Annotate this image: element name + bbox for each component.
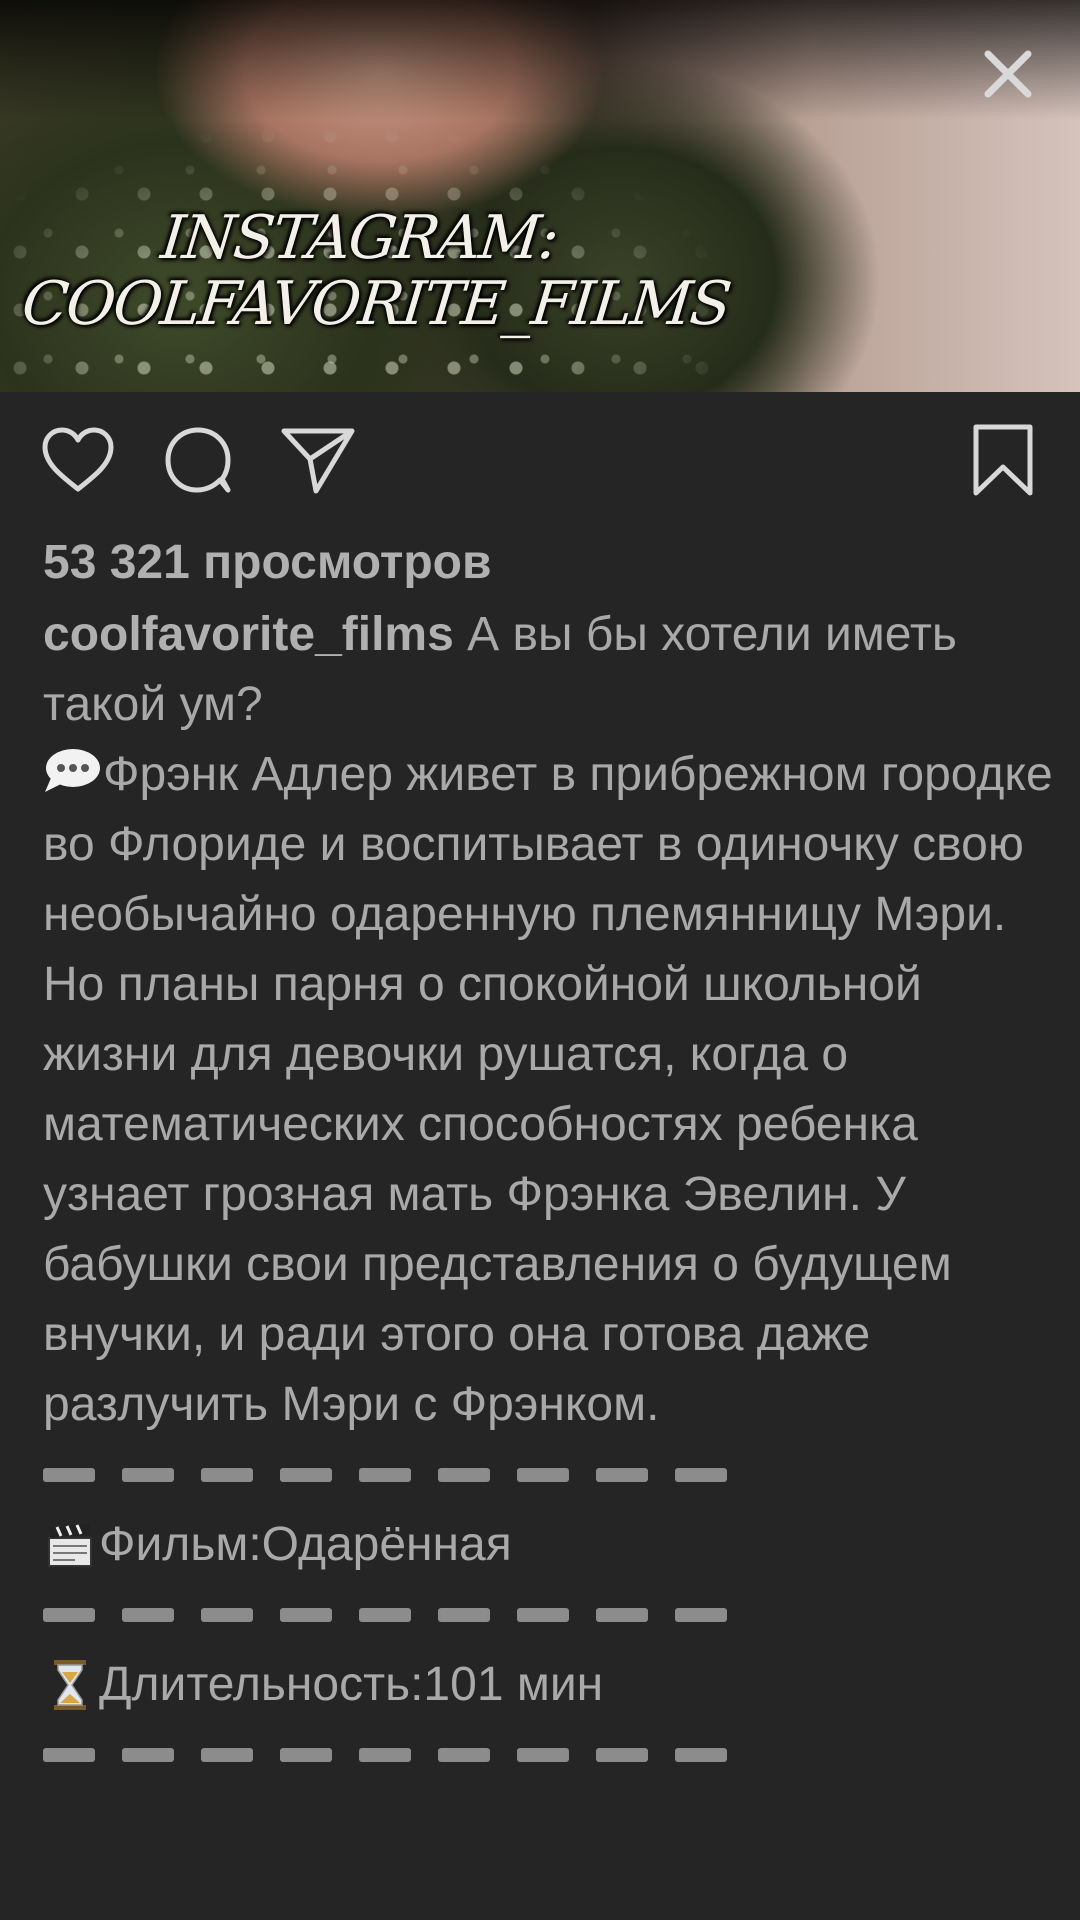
duration: Длительность:101 мин: [99, 1658, 604, 1711]
speech-bubble-emoji-icon: [43, 744, 101, 792]
username-link[interactable]: coolfavorite_films: [43, 608, 454, 661]
video-preview[interactable]: INSTAGRAM: COOLFAVORITE_FILMS: [0, 0, 1080, 392]
watermark-line-2: COOLFAVORITE_FILMS: [18, 269, 733, 339]
divider: [43, 1720, 1053, 1790]
share-button[interactable]: [276, 418, 360, 502]
like-button[interactable]: [36, 418, 120, 502]
view-count: 53 321 просмотров: [43, 536, 492, 589]
hourglass-icon: [43, 1658, 97, 1712]
action-bar: [0, 418, 1080, 508]
caption: coolfavorite_films А вы бы хотели иметь …: [43, 600, 1053, 1440]
comment-button[interactable]: [156, 418, 240, 502]
divider: [43, 1580, 1053, 1650]
save-button[interactable]: [961, 418, 1045, 502]
film-title-line: Фильм:Одарённая: [43, 1510, 1053, 1580]
video-watermark: INSTAGRAM: COOLFAVORITE_FILMS: [18, 203, 733, 339]
paper-plane-icon: [281, 428, 355, 494]
comment-bubble-icon: [165, 427, 231, 493]
close-button[interactable]: [978, 44, 1038, 104]
close-icon: [984, 50, 1032, 98]
heart-outline-icon: [42, 427, 114, 492]
post-content: 53 321 просмотров coolfavorite_films А в…: [43, 530, 1053, 1790]
clapperboard-icon: [43, 1518, 97, 1572]
bookmark-icon: [973, 424, 1033, 496]
watermark-line-1: INSTAGRAM:: [157, 203, 561, 273]
movie-description: Фрэнк Адлер живет в прибрежном городке в…: [43, 748, 1053, 1431]
film-title: Фильм:Одарённая: [99, 1518, 512, 1571]
duration-line: Длительность:101 мин: [43, 1650, 1053, 1720]
divider: [43, 1440, 1053, 1510]
